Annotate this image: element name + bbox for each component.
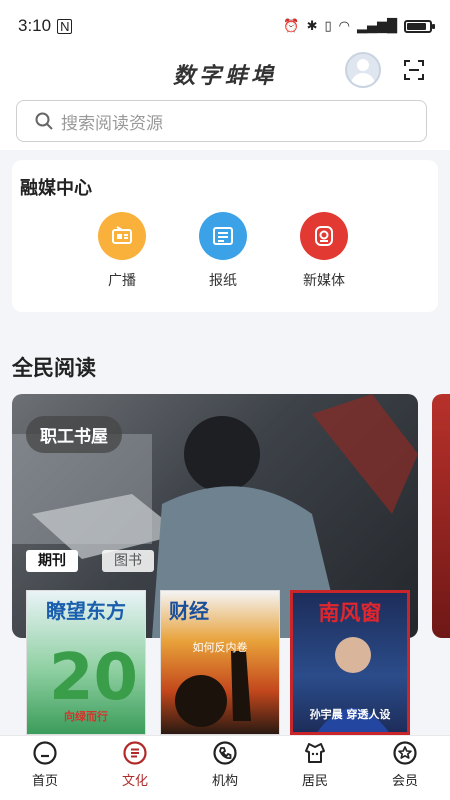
culture-icon — [123, 741, 147, 765]
member-icon — [393, 741, 417, 765]
reading-section-title: 全民阅读 — [12, 356, 96, 380]
bluetooth-icon: ✱ — [306, 18, 318, 34]
media-label-radio: 广播 — [108, 273, 136, 289]
search-input[interactable]: 搜索阅读资源 — [16, 100, 427, 142]
magazine-cover[interactable]: 财经 如何反内卷 — [160, 590, 280, 735]
status-left: 3:10 N — [18, 16, 73, 36]
tab-label: 居民 — [301, 774, 328, 789]
tab-periodicals[interactable]: 期刊 — [26, 550, 78, 572]
newspaper-icon — [199, 212, 247, 260]
magazine-subtitle: 向绿而行 — [64, 710, 108, 723]
alarm-icon: ⏰ — [283, 18, 300, 34]
media-label-newspaper: 报纸 — [209, 273, 237, 289]
header: 数字蚌埠 搜索阅读资源 — [0, 52, 450, 150]
tab-label: 机构 — [211, 774, 238, 789]
media-label-new-media: 新媒体 — [303, 273, 345, 289]
media-item-radio[interactable]: 广播 — [82, 212, 162, 290]
tab-member[interactable]: 会员 — [360, 736, 450, 800]
resident-icon — [305, 743, 325, 763]
tab-culture[interactable]: 文化 — [90, 736, 180, 800]
status-icons: ⏰ ✱ ▯ ◠ ▂▄▆█ — [283, 18, 435, 34]
bottom-tab-bar: 首页 文化 机构 居民 会员 — [0, 735, 450, 800]
magazine-subtitle: 孙宇晨 穿透人设 — [309, 708, 391, 721]
search-icon — [35, 112, 53, 130]
tab-label: 首页 — [31, 774, 58, 789]
tab-resident[interactable]: 居民 — [270, 736, 360, 800]
tab-institution[interactable]: 机构 — [180, 736, 270, 800]
status-bar: 3:10 N ⏰ ✱ ▯ ◠ ▂▄▆█ — [0, 0, 450, 52]
status-time: 3:10 — [18, 16, 52, 35]
svg-text:20: 20 — [49, 641, 138, 715]
radio-icon — [98, 212, 146, 260]
magazine-subtitle: 如何反内卷 — [192, 641, 248, 654]
tab-label: 会员 — [391, 774, 418, 789]
media-item-newspaper[interactable]: 报纸 — [183, 212, 263, 290]
signal-icon: ▂▄▆█ — [357, 18, 397, 34]
tab-label: 文化 — [121, 774, 148, 789]
nfc-icon: N — [57, 18, 73, 34]
scan-icon[interactable] — [404, 60, 424, 80]
magazine-list: 瞭望东方 20 向绿而行 财经 如何反内卷 南风窗 孙宇晨 穿透人设 — [0, 590, 450, 735]
battery-icon — [404, 19, 435, 33]
media-center-title: 融媒中心 — [20, 178, 92, 199]
wifi-icon: ◠ — [338, 18, 350, 34]
home-icon — [33, 741, 57, 765]
vibrate-icon: ▯ — [324, 18, 332, 34]
media-center-card: 融媒中心 广播 报纸 新媒体 — [12, 160, 438, 312]
tab-home[interactable]: 首页 — [0, 736, 90, 800]
institution-icon — [213, 741, 237, 765]
avatar[interactable] — [345, 52, 381, 88]
new-media-icon — [300, 212, 348, 260]
media-item-new-media[interactable]: 新媒体 — [284, 212, 364, 290]
tab-books[interactable]: 图书 — [102, 550, 154, 572]
banner-badge: 职工书屋 — [26, 416, 122, 453]
app-title: 数字蚌埠 — [172, 63, 277, 89]
magazine-cover[interactable]: 南风窗 孙宇晨 穿透人设 — [290, 590, 410, 735]
magazine-cover[interactable]: 瞭望东方 20 向绿而行 — [26, 590, 146, 735]
search-placeholder: 搜索阅读资源 — [61, 113, 163, 134]
